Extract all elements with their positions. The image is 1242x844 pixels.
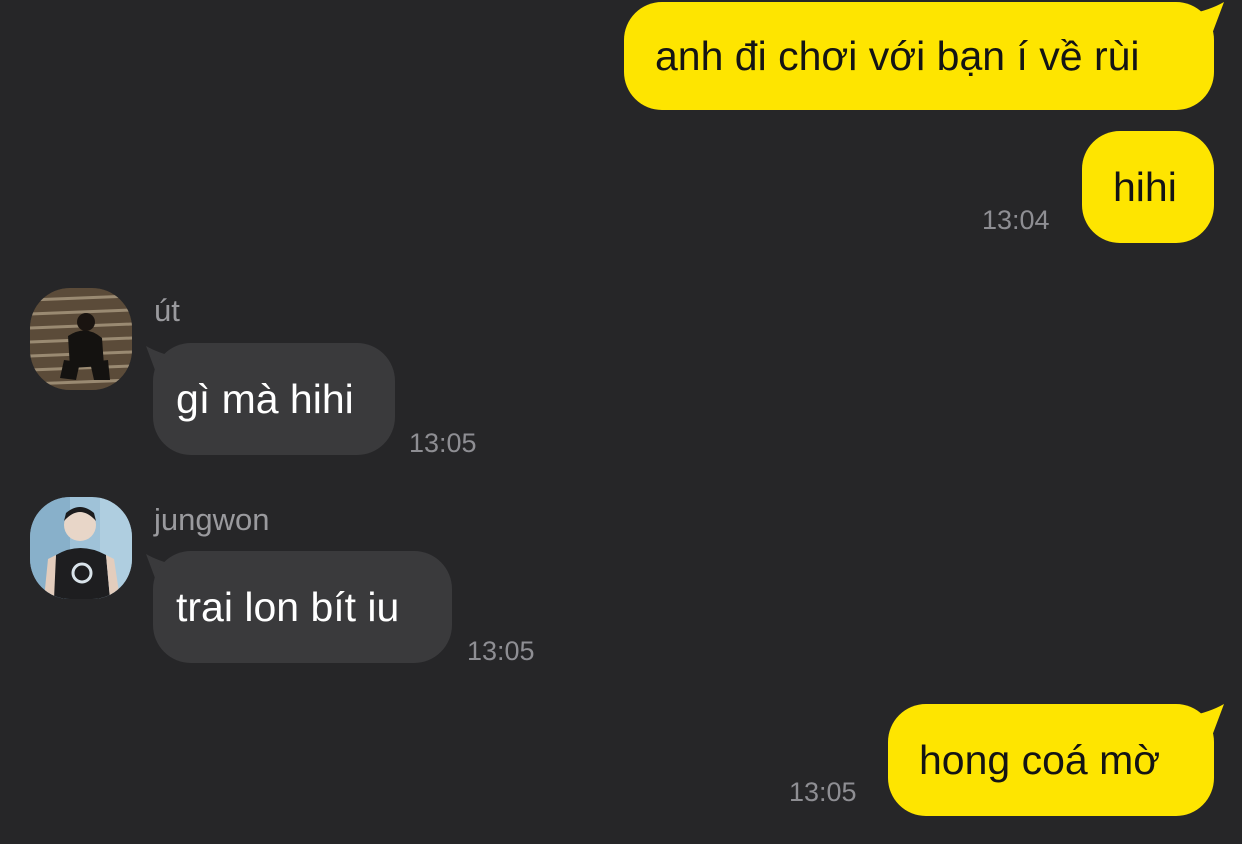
message-text: gì mà hihi <box>176 375 354 422</box>
timestamp: 13:04 <box>982 205 1050 235</box>
message-text: hong coá mờ <box>919 736 1161 783</box>
outgoing-message-bubble[interactable]: hong coá mờ <box>888 704 1214 816</box>
timestamp: 13:05 <box>467 636 535 666</box>
sender-name: jungwon <box>154 502 270 537</box>
outgoing-message-bubble[interactable]: hihi <box>1082 131 1214 243</box>
bubble-tail <box>1190 704 1224 736</box>
incoming-message-bubble[interactable]: gì mà hihi <box>153 343 395 455</box>
outgoing-message-bubble[interactable]: anh đi chơi với bạn í về rùi <box>624 2 1214 110</box>
timestamp: 13:05 <box>409 428 477 458</box>
message-text: anh đi chơi với bạn í về rùi <box>655 32 1140 79</box>
timestamp: 13:05 <box>789 777 857 807</box>
message-text: hihi <box>1113 163 1177 210</box>
bubble-tail <box>1190 2 1224 34</box>
message-text: trai lon bít iu <box>176 583 400 630</box>
avatar[interactable] <box>30 497 132 599</box>
sender-name: út <box>154 293 180 328</box>
avatar[interactable] <box>30 288 132 390</box>
incoming-message-bubble[interactable]: trai lon bít iu <box>153 551 452 663</box>
